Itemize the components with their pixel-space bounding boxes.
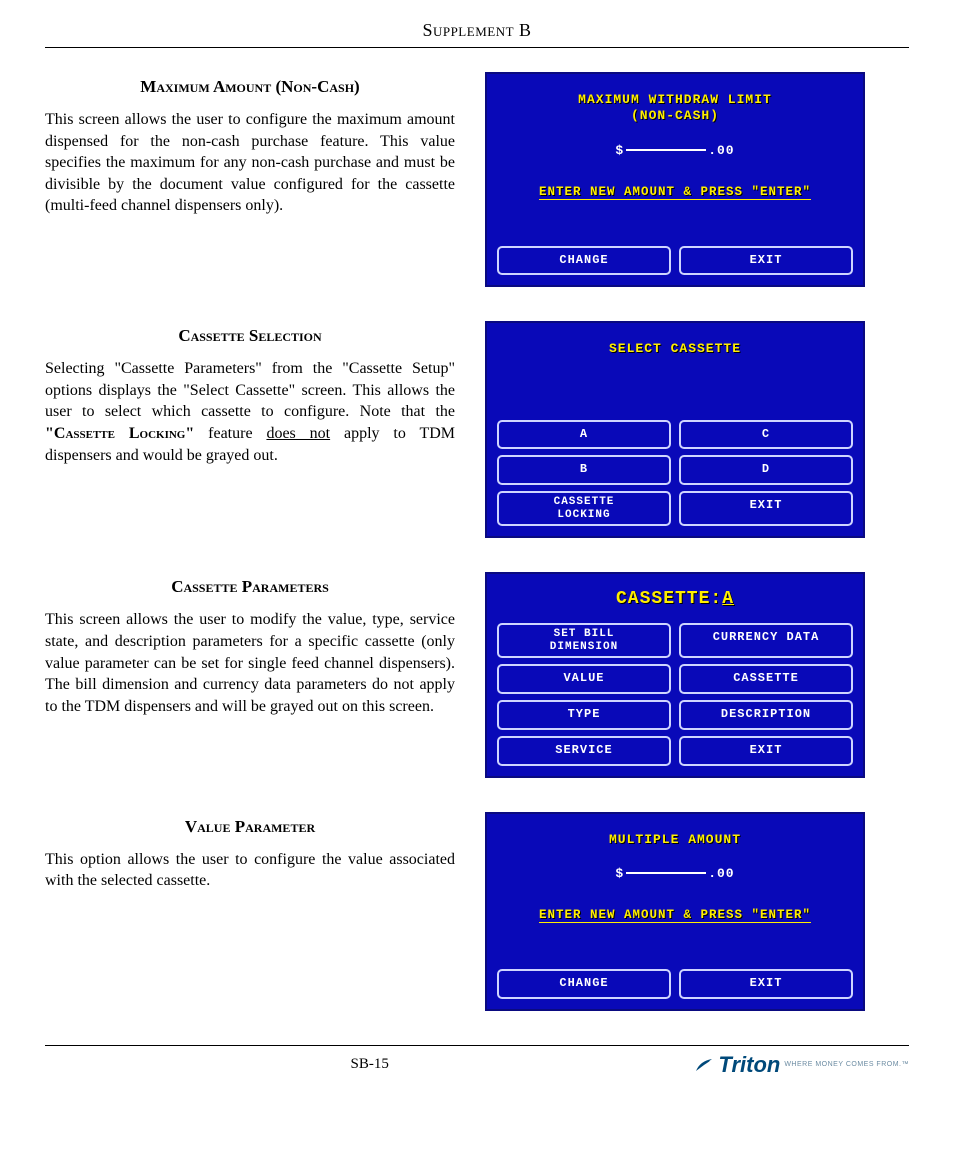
title-line1: MAXIMUM WITHDRAW LIMIT bbox=[578, 92, 772, 107]
exit-button[interactable]: EXIT bbox=[679, 969, 853, 999]
currency-data-button[interactable]: CURRENCY DATA bbox=[679, 623, 853, 658]
section-title: Cassette Selection bbox=[45, 325, 455, 348]
screen-max-withdraw: MAXIMUM WITHDRAW LIMIT (NON-CASH) $ .00 E… bbox=[485, 72, 865, 287]
title-prefix: CASSETTE: bbox=[616, 589, 722, 609]
change-button[interactable]: CHANGE bbox=[497, 246, 671, 276]
amount-blank[interactable] bbox=[626, 872, 706, 874]
cassette-c-button[interactable]: C bbox=[679, 420, 853, 450]
type-button[interactable]: TYPE bbox=[497, 700, 671, 730]
body-underline: does not bbox=[266, 425, 330, 442]
prompt-text: ENTER NEW AMOUNT & PRESS "ENTER" bbox=[539, 185, 811, 200]
exit-button[interactable]: EXIT bbox=[679, 246, 853, 276]
section-title: Value Parameter bbox=[45, 816, 455, 839]
section-body: This screen allows the user to modify th… bbox=[45, 609, 455, 717]
body-bold: "Cassette Locking" bbox=[45, 425, 194, 442]
section-title: Maximum Amount (Non-Cash) bbox=[45, 76, 455, 99]
screen-title: SELECT CASSETTE bbox=[497, 341, 853, 357]
locking-line2: LOCKING bbox=[557, 509, 610, 521]
page-header: Supplement B bbox=[45, 20, 909, 48]
amount-display: $ .00 bbox=[497, 866, 853, 881]
exit-button[interactable]: EXIT bbox=[679, 491, 853, 526]
page-footer: SB-15 Triton WHERE MONEY COMES FROM.™ bbox=[45, 1045, 909, 1078]
change-button[interactable]: CHANGE bbox=[497, 969, 671, 999]
amount-prefix: $ bbox=[615, 866, 624, 881]
screen-title: MULTIPLE AMOUNT bbox=[497, 832, 853, 848]
body-mid: feature bbox=[194, 425, 266, 442]
cassette-button[interactable]: CASSETTE bbox=[679, 664, 853, 694]
triton-logo: Triton WHERE MONEY COMES FROM.™ bbox=[694, 1052, 909, 1078]
page-number: SB-15 bbox=[351, 1056, 389, 1073]
title-letter: A bbox=[722, 589, 734, 609]
description-button[interactable]: DESCRIPTION bbox=[679, 700, 853, 730]
section-cassette-parameters: Cassette Parameters This screen allows t… bbox=[45, 572, 455, 717]
amount-suffix: .00 bbox=[708, 866, 734, 881]
logo-icon bbox=[694, 1055, 714, 1075]
title-line2: (NON-CASH) bbox=[631, 108, 719, 123]
screen-cassette-params: CASSETTE:A SET BILL DIMENSION CURRENCY D… bbox=[485, 572, 865, 777]
screen-multiple-amount: MULTIPLE AMOUNT $ .00 ENTER NEW AMOUNT & … bbox=[485, 812, 865, 1011]
cassette-a-button[interactable]: A bbox=[497, 420, 671, 450]
cassette-d-button[interactable]: D bbox=[679, 455, 853, 485]
line1: SET BILL bbox=[554, 628, 615, 640]
section-body: This screen allows the user to configure… bbox=[45, 109, 455, 217]
line2: DIMENSION bbox=[550, 641, 618, 653]
screen-select-cassette: SELECT CASSETTE A C B D CASSETTE LOCKING… bbox=[485, 321, 865, 538]
locking-line1: CASSETTE bbox=[554, 496, 615, 508]
value-button[interactable]: VALUE bbox=[497, 664, 671, 694]
amount-blank[interactable] bbox=[626, 149, 706, 151]
exit-button[interactable]: EXIT bbox=[679, 736, 853, 766]
amount-display: $ .00 bbox=[497, 143, 853, 158]
service-button[interactable]: SERVICE bbox=[497, 736, 671, 766]
screen-title: CASSETTE:A bbox=[497, 588, 853, 611]
prompt-text: ENTER NEW AMOUNT & PRESS "ENTER" bbox=[539, 908, 811, 923]
logo-text: Triton bbox=[718, 1052, 780, 1078]
section-max-amount: Maximum Amount (Non-Cash) This screen al… bbox=[45, 72, 455, 217]
section-body: This option allows the user to configure… bbox=[45, 849, 455, 892]
cassette-b-button[interactable]: B bbox=[497, 455, 671, 485]
set-bill-dimension-button[interactable]: SET BILL DIMENSION bbox=[497, 623, 671, 658]
section-cassette-selection: Cassette Selection Selecting "Cassette P… bbox=[45, 321, 455, 466]
cassette-locking-button[interactable]: CASSETTE LOCKING bbox=[497, 491, 671, 526]
amount-suffix: .00 bbox=[708, 143, 734, 158]
screen-title: MAXIMUM WITHDRAW LIMIT (NON-CASH) bbox=[497, 92, 853, 125]
body-pre: Selecting "Cassette Parameters" from the… bbox=[45, 360, 455, 420]
section-title: Cassette Parameters bbox=[45, 576, 455, 599]
logo-tagline: WHERE MONEY COMES FROM.™ bbox=[784, 1061, 909, 1068]
section-body: Selecting "Cassette Parameters" from the… bbox=[45, 358, 455, 466]
amount-prefix: $ bbox=[615, 143, 624, 158]
section-value-parameter: Value Parameter This option allows the u… bbox=[45, 812, 455, 892]
